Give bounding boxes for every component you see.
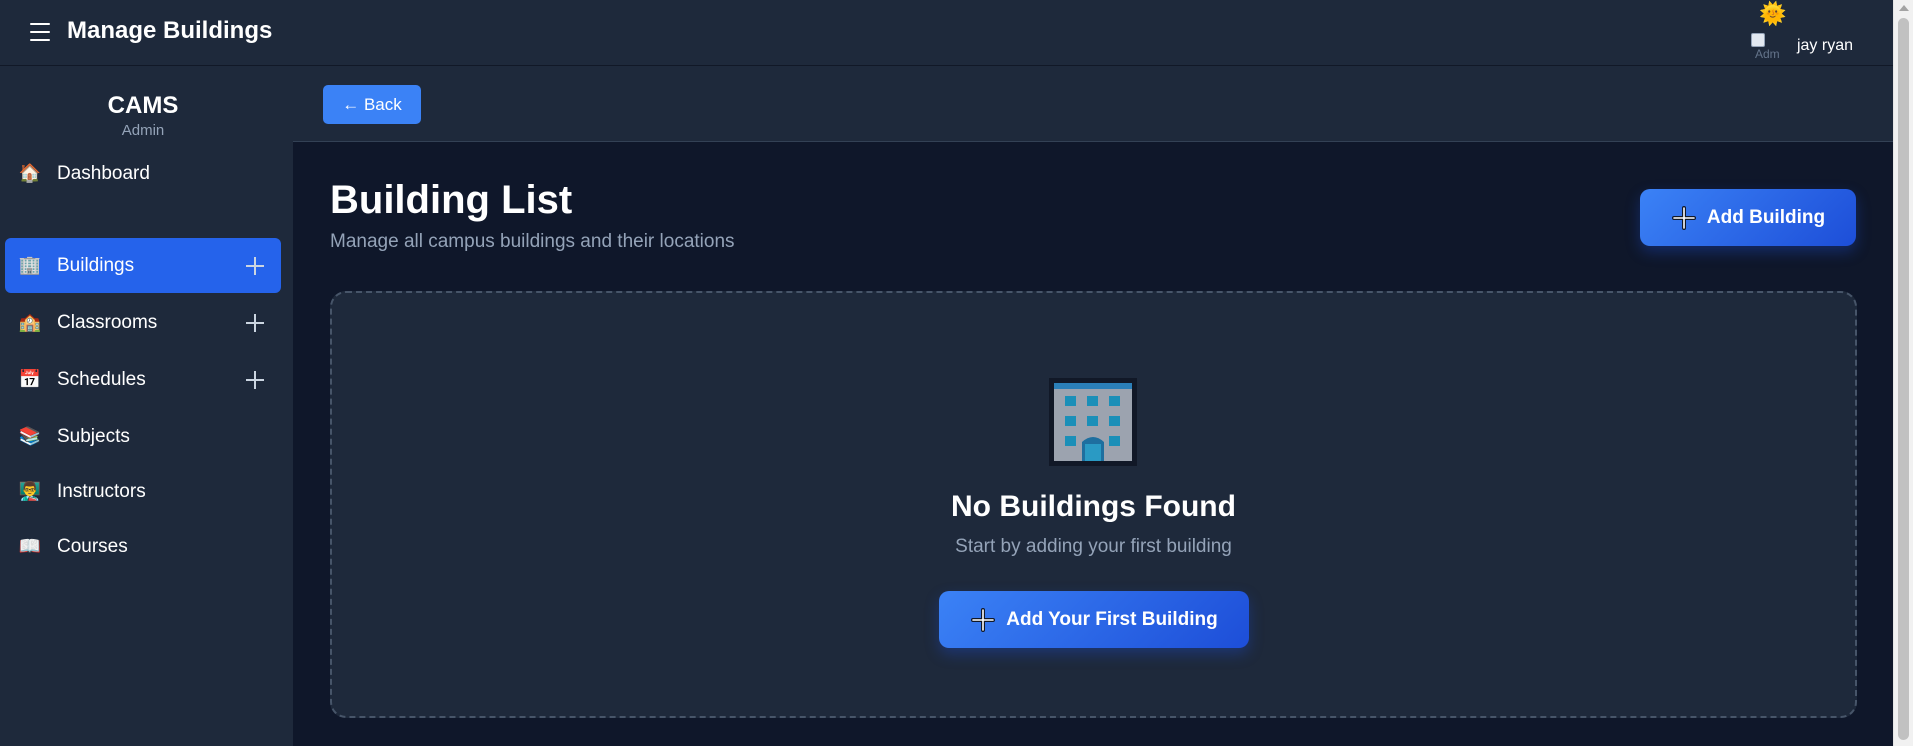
page-title: Building List [330, 178, 573, 222]
sidebar-item-label: Schedules [57, 368, 146, 390]
add-building-button[interactable]: Add Building [1640, 189, 1856, 246]
scrollbar-thumb[interactable] [1898, 18, 1909, 740]
brand-name: CAMS [107, 92, 179, 119]
vertical-scrollbar[interactable] [1893, 0, 1913, 746]
user-menu[interactable]: 🌞 Adm jay ryan [1750, 0, 1853, 66]
plus-icon [1671, 205, 1696, 230]
sun-icon[interactable]: 🌞 [1759, 2, 1786, 26]
sidebar-item-label: Buildings [57, 254, 135, 276]
teacher-icon: 👨‍🏫 [18, 481, 42, 501]
calendar-icon: 📅 [18, 369, 42, 389]
office-building-icon: 🏢 [18, 255, 42, 275]
menu-icon[interactable] [30, 23, 50, 41]
plus-icon [971, 607, 996, 632]
sidebar-item-classrooms[interactable]: 🏫 Classrooms [5, 295, 281, 350]
add-schedule-plus-icon[interactable] [244, 369, 266, 391]
sidebar-item-label: Classrooms [57, 311, 158, 333]
sidebar-item-dashboard[interactable]: 🏠 Dashboard [5, 146, 281, 201]
sub-toolbar: ← Back [293, 66, 1893, 142]
books-icon: 📚 [18, 426, 42, 446]
add-first-building-button[interactable]: Add Your First Building [939, 591, 1249, 648]
back-button[interactable]: ← Back [323, 85, 421, 124]
sidebar: CAMS Admin 🏠 Dashboard 🏢 Buildings 🏫 Cla… [0, 66, 293, 746]
page-subtitle: Manage all campus buildings and their lo… [330, 231, 735, 252]
user-name: jay ryan [1796, 37, 1853, 54]
empty-state-title: No Buildings Found [951, 490, 1236, 523]
sidebar-item-label: Dashboard [57, 162, 150, 184]
main-content: ← Back Building List Manage all campus b… [293, 66, 1893, 746]
empty-state-text: Start by adding your first building [955, 536, 1232, 557]
content-header: Building List Manage all campus building… [330, 178, 735, 253]
add-building-label: Add Building [1706, 206, 1826, 228]
sidebar-item-buildings[interactable]: 🏢 Buildings [5, 238, 281, 293]
sidebar-item-label: Subjects [57, 425, 130, 447]
page-header-title: Manage Buildings [67, 17, 273, 44]
add-classroom-plus-icon[interactable] [244, 312, 266, 334]
school-icon: 🏫 [18, 312, 42, 332]
empty-state-card: No Buildings Found Start by adding your … [330, 291, 1857, 718]
sidebar-item-label: Courses [57, 535, 128, 557]
add-building-plus-icon[interactable] [244, 255, 266, 277]
add-first-building-label: Add Your First Building [1006, 608, 1218, 630]
sidebar-item-label: Instructors [57, 480, 146, 502]
scroll-up-icon[interactable] [1899, 5, 1909, 11]
sidebar-item-instructors[interactable]: 👨‍🏫 Instructors [5, 464, 281, 519]
sidebar-item-courses[interactable]: 📖 Courses [5, 519, 281, 574]
home-icon: 🏠 [18, 163, 42, 183]
sidebar-item-schedules[interactable]: 📅 Schedules [5, 352, 281, 407]
sidebar-item-subjects[interactable]: 📚 Subjects [5, 409, 281, 464]
avatar[interactable]: Adm [1750, 33, 1779, 61]
open-book-icon: 📖 [18, 536, 42, 556]
office-building-icon [1049, 378, 1137, 466]
broken-image-icon [1750, 33, 1765, 47]
top-bar: Manage Buildings 🌞 Adm jay ryan [0, 0, 1893, 66]
brand: CAMS Admin [0, 92, 286, 139]
avatar-alt-text: Adm [1754, 47, 1779, 61]
brand-role: Admin [121, 122, 165, 139]
